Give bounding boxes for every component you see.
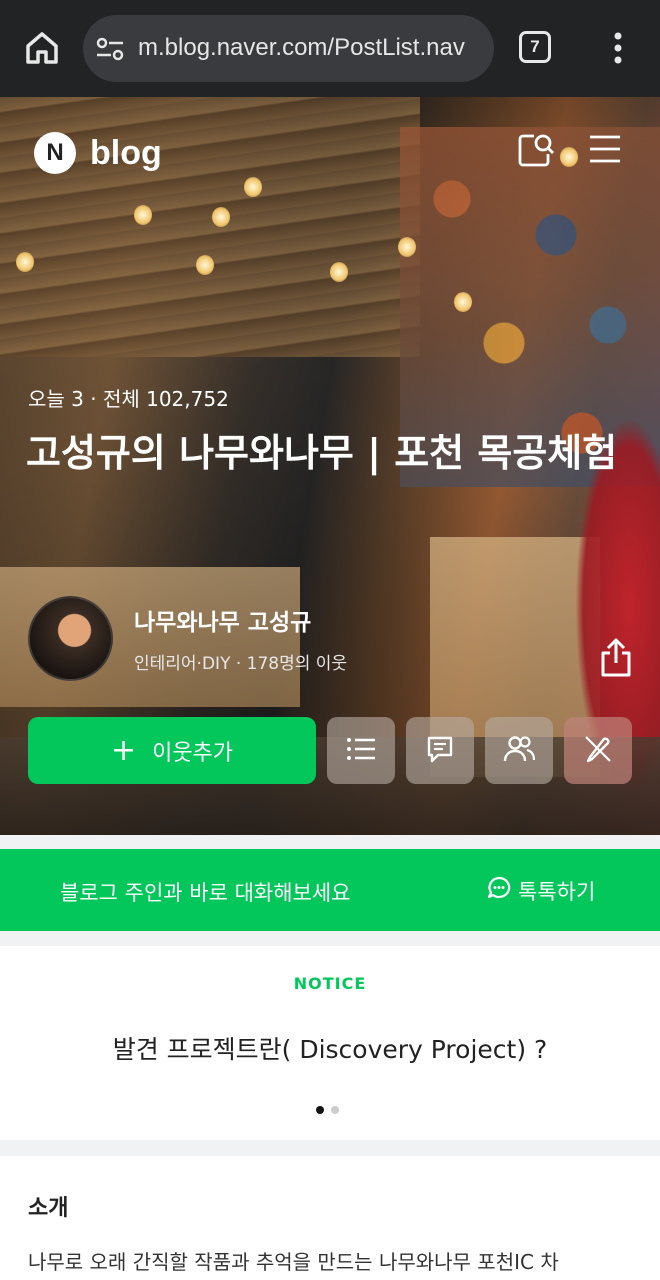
carousel-dot[interactable] <box>331 1106 339 1114</box>
light-bulb <box>134 205 152 225</box>
chat-bubble-icon <box>486 875 512 906</box>
light-bulb <box>244 177 262 197</box>
notice-headline[interactable]: 발견 프로젝트란( Discovery Project) ? <box>0 1030 660 1066</box>
home-icon[interactable] <box>22 28 62 68</box>
avatar[interactable] <box>28 596 113 681</box>
light-bulb <box>16 252 34 272</box>
talktalk-button[interactable]: 톡톡하기 <box>486 875 595 906</box>
owner-name[interactable]: 나무와나무 고성규 <box>134 603 311 637</box>
url-text[interactable]: m.blog.naver.com/PostList.nav <box>138 34 483 62</box>
site-settings-icon[interactable] <box>95 35 125 63</box>
notice-tag: NOTICE <box>293 974 367 993</box>
light-bulb <box>196 255 214 275</box>
light-bulb <box>330 262 348 282</box>
search-icon[interactable] <box>517 132 555 168</box>
neighbors-icon <box>503 734 536 768</box>
browser-toolbar: m.blog.naver.com/PostList.nav 7 <box>0 0 660 97</box>
intro-section: 소개 나무로 오래 간직할 작품과 추억을 만드는 나무와나무 포천IC 차 <box>0 1156 660 1280</box>
blog-cover: N blog 오늘 3 · 전체 102,752 고성규의 나무와나무 | 포천… <box>0 97 660 835</box>
visitor-stats: 오늘 3 · 전체 102,752 <box>28 387 229 411</box>
tab-switcher-icon[interactable]: 7 <box>519 31 551 63</box>
blog-title: 고성규의 나무와나무 | 포천 목공체험 <box>26 431 618 475</box>
menu-icon[interactable] <box>588 134 622 164</box>
plus-icon: + <box>110 733 137 768</box>
carousel-dot-active[interactable] <box>316 1106 324 1114</box>
write-button[interactable] <box>564 717 632 784</box>
write-icon <box>582 733 614 769</box>
more-vert-icon[interactable] <box>606 31 630 65</box>
add-neighbor-button[interactable]: + 이웃추가 <box>28 717 316 784</box>
list-button[interactable] <box>327 717 395 784</box>
talktalk-button-label: 톡톡하기 <box>518 879 596 904</box>
talktalk-message: 블로그 주인과 바로 대화해보세요 <box>60 881 351 905</box>
notice-carousel[interactable]: NOTICE 발견 프로젝트란( Discovery Project) ? <box>0 946 660 1140</box>
comment-icon <box>425 734 455 768</box>
comment-button[interactable] <box>406 717 474 784</box>
light-bulb <box>212 207 230 227</box>
list-icon <box>346 736 376 766</box>
light-bulb <box>454 292 472 312</box>
neighbors-button[interactable] <box>485 717 553 784</box>
light-bulb <box>560 147 578 167</box>
intro-text: 나무로 오래 간직할 작품과 추억을 만드는 나무와나무 포천IC 차 <box>28 1250 559 1274</box>
blog-meta: 인테리어·DIY · 178명의 이웃 <box>134 654 348 674</box>
intro-heading: 소개 <box>28 1196 69 1221</box>
share-icon[interactable] <box>597 637 635 679</box>
add-neighbor-label: 이웃추가 <box>152 740 234 766</box>
light-bulb <box>398 237 416 257</box>
carousel-dots <box>316 1106 339 1114</box>
naver-blog-logo[interactable]: N blog <box>34 132 162 174</box>
address-bar[interactable]: m.blog.naver.com/PostList.nav <box>83 15 494 82</box>
talktalk-banner[interactable]: 블로그 주인과 바로 대화해보세요 톡톡하기 <box>0 849 660 931</box>
